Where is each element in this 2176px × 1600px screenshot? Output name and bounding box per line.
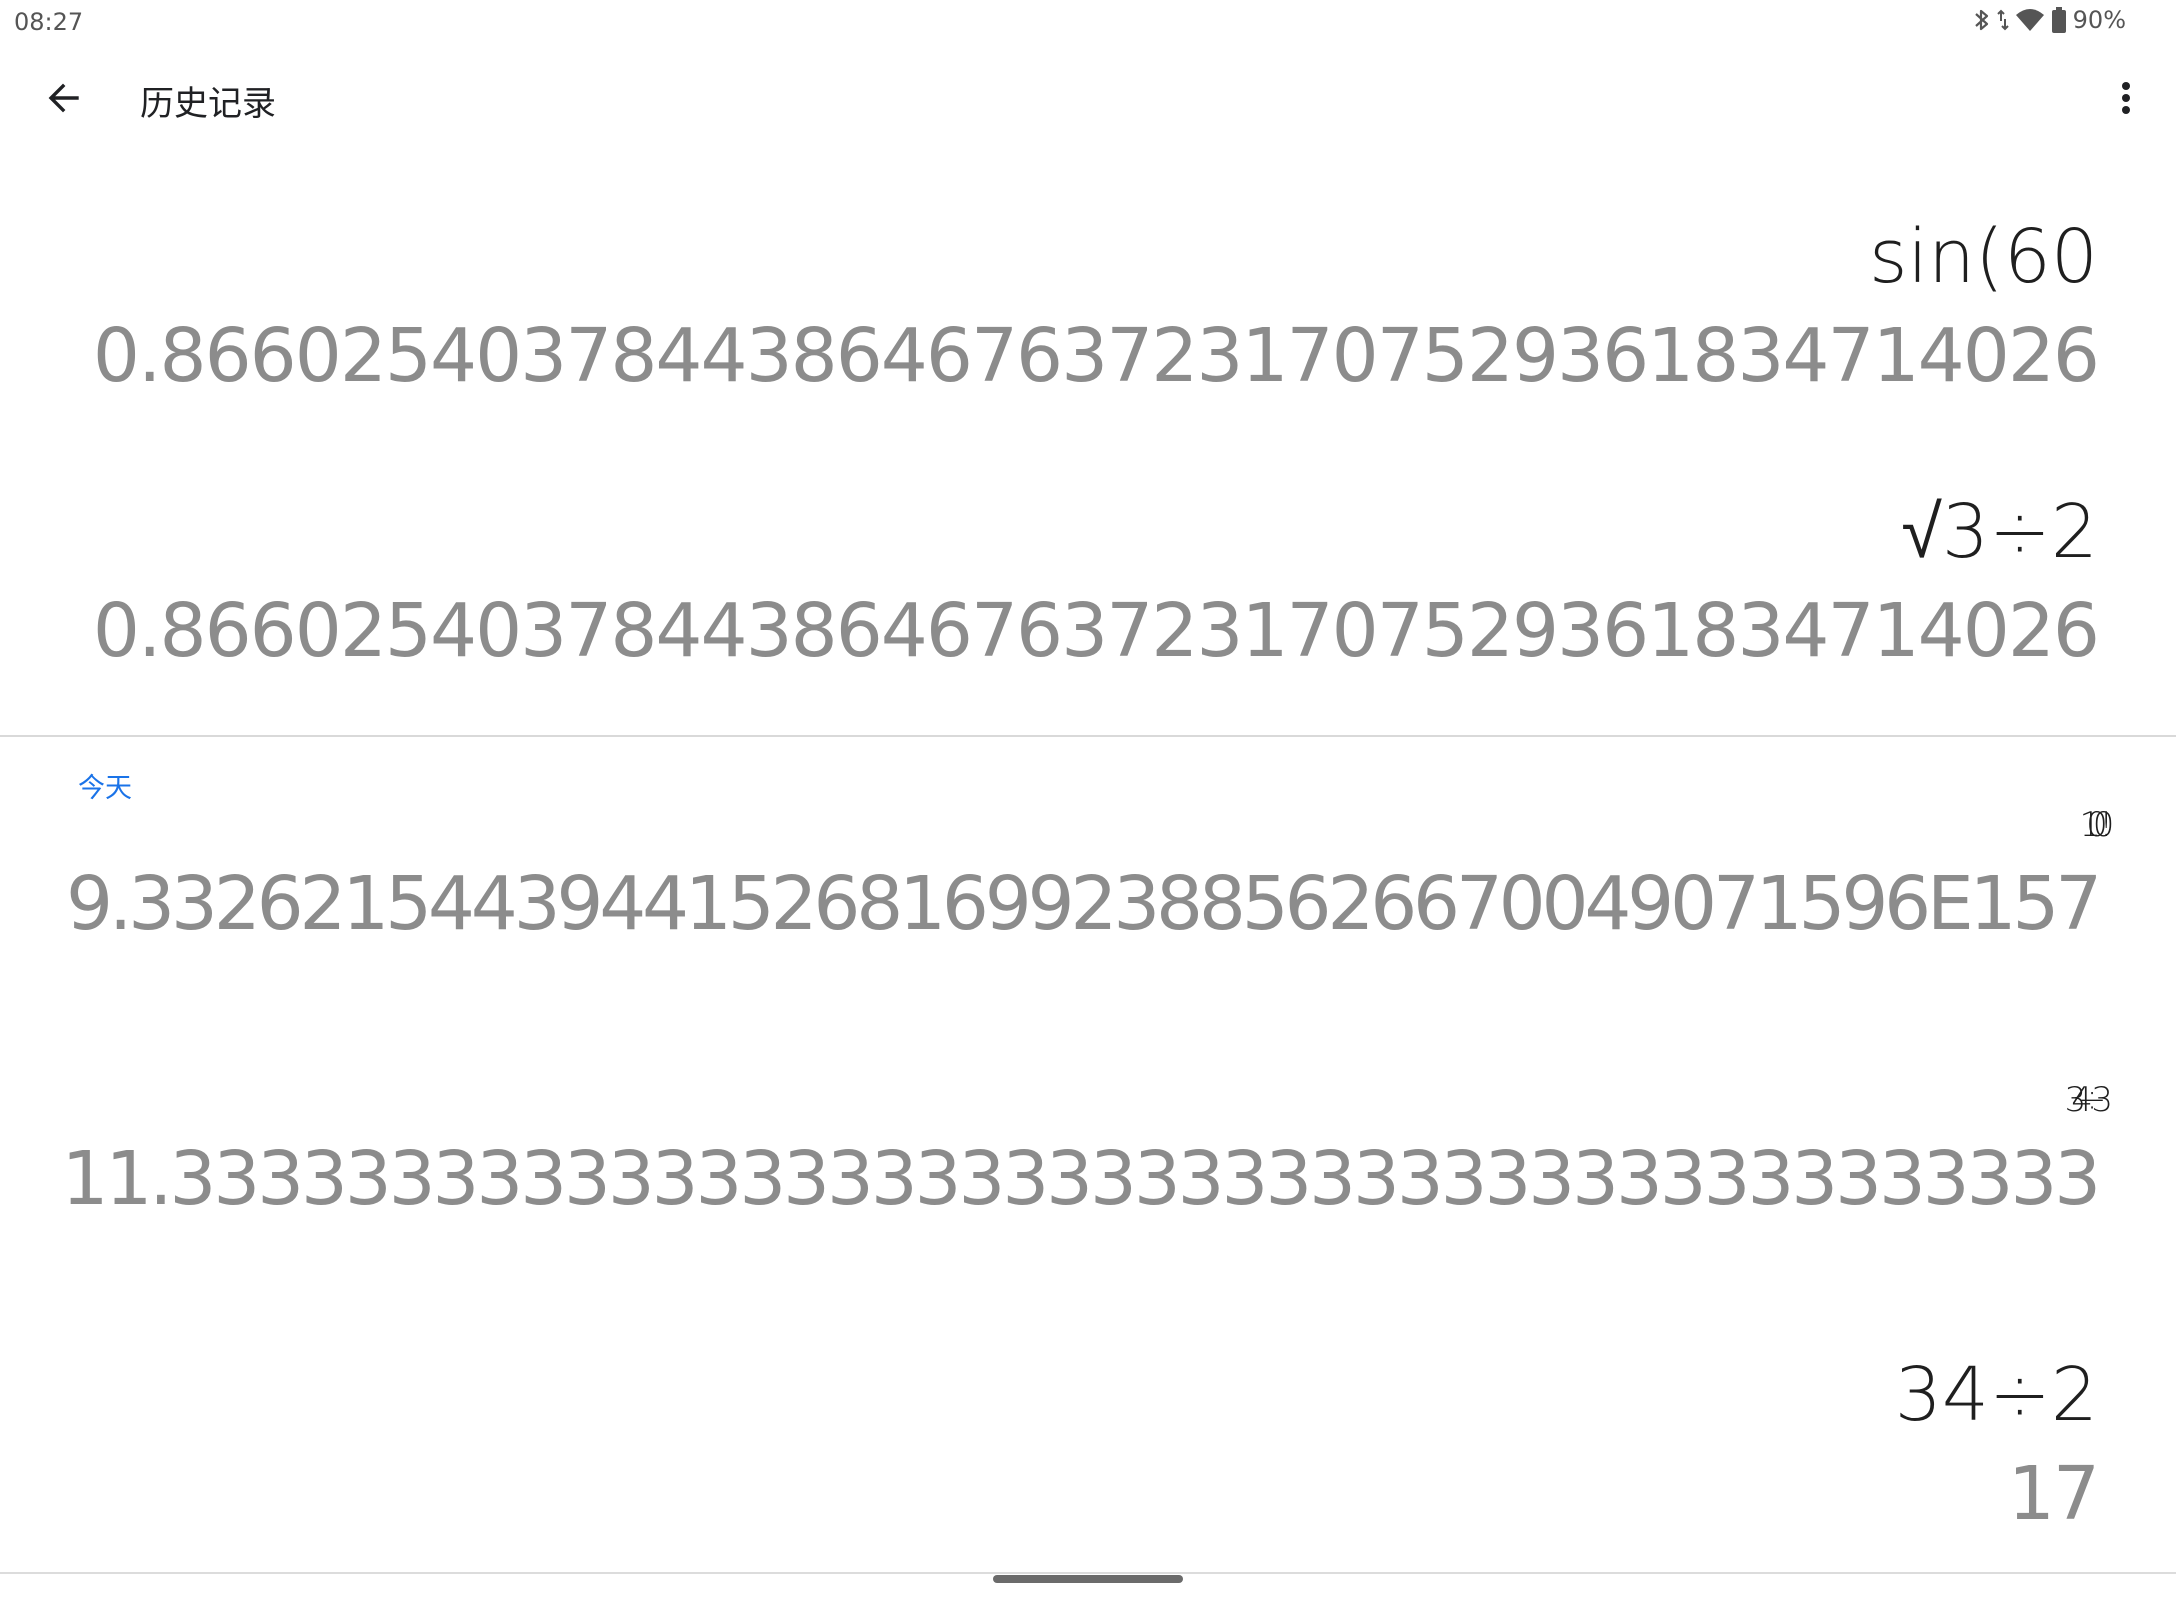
more-options-button[interactable] [2096,70,2156,130]
history-expression: 34÷2 [1894,1352,2098,1438]
history-result: 0.86602540378443864676372317075293618347… [92,588,2100,674]
history-result: 11.3333333333333333333333333333333333333… [61,1136,2101,1222]
history-expression: 34÷3 [2064,1080,2113,1120]
app-bar: 历史记录 [0,44,2176,156]
history-entry[interactable]: 100! 9.332621544394415268169923885626670… [65,805,2113,947]
battery-icon [2051,6,2067,34]
calculator-history-screen: 08:27 90% 历史记录 sin(60 0.8660254037844386… [0,0,2176,1600]
history-expression: 100! [2079,805,2113,845]
history-entry[interactable]: 34÷2 17 [1894,1352,2100,1537]
history-entry[interactable]: 34÷3 11.33333333333333333333333333333333… [61,1080,2113,1222]
date-group-label: 今天 [78,773,132,804]
history-entry[interactable]: √3÷2 0.866025403784438646763723170752936… [92,489,2100,674]
status-time: 08:27 [14,8,84,36]
history-entry[interactable]: sin(60 0.8660254037844386467637231707529… [92,214,2100,399]
history-expression: sin(60 [1868,214,2098,300]
status-icons: 90% [1973,6,2126,34]
battery-percentage: 90% [2072,6,2126,34]
bottom-divider [0,1572,2176,1574]
history-result: 0.86602540378443864676372317075293618347… [92,313,2100,399]
more-vert-icon [2121,80,2131,120]
page-title: 历史记录 [140,84,276,124]
bluetooth-icon [1973,7,1991,33]
history-expression: √3÷2 [1901,489,2098,575]
section-divider [0,735,2176,737]
back-button[interactable] [36,72,92,128]
history-result: 9.33262154439441526816992388562667004907… [65,861,2102,947]
arrow-back-icon [47,81,81,119]
status-bar: 08:27 90% [0,0,2176,44]
data-arrows-icon [1996,7,2009,33]
gesture-navigation-handle[interactable] [993,1575,1183,1583]
history-result: 17 [2007,1451,2100,1537]
wifi-icon [2015,7,2045,33]
